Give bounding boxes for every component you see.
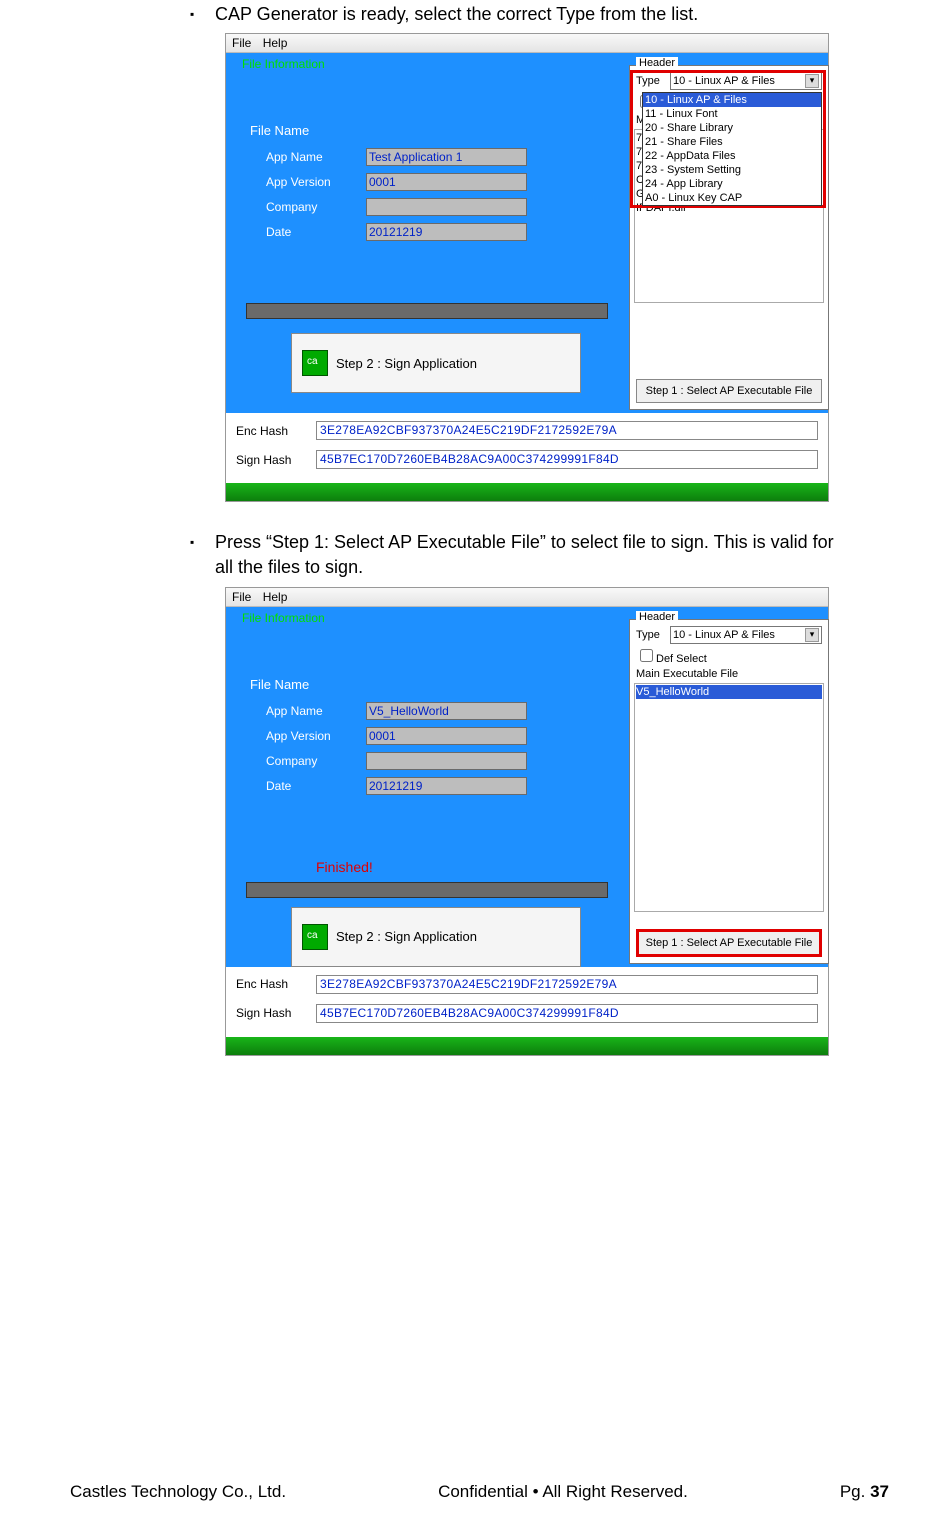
enc-hash-label: Enc Hash [236,424,316,438]
step2-sign-button[interactable]: Step 2 : Sign Application [291,333,581,393]
menu-help[interactable]: Help [263,36,288,50]
header-group: Header Type 10 - Linux AP & Files ▾ Def … [629,65,829,410]
menu-file[interactable]: File [232,36,251,50]
dropdown-item[interactable]: A0 - Linux Key CAP [643,191,821,205]
file-information-label: File Information [242,611,325,625]
type-select[interactable]: 10 - Linux AP & Files ▾ [670,72,822,90]
menu-file[interactable]: File [232,590,251,604]
menu-help[interactable]: Help [263,590,288,604]
progress-bar [246,882,608,898]
page-footer: Castles Technology Co., Ltd. Confidentia… [70,1482,889,1502]
app-name-field[interactable]: V5_HelloWorld [366,702,527,720]
instruction-text-2: Press “Step 1: Select AP Executable File… [215,530,849,580]
cap-generator-window-1: File Help File Information File Name App… [225,33,829,502]
app-version-label: App Version [266,729,366,743]
company-field[interactable] [366,198,527,216]
step2-label: Step 2 : Sign Application [336,929,477,944]
header-group: Header Type 10 - Linux AP & Files ▾ Def … [629,619,829,964]
file-info-panel: File Information File Name App Name Test… [226,53,828,413]
type-select[interactable]: 10 - Linux AP & Files ▾ [670,626,822,644]
file-list-item[interactable]: V5_HelloWorld [636,685,822,699]
step1-select-button[interactable]: Step 1 : Select AP Executable File [636,929,822,957]
step1-select-button[interactable]: Step 1 : Select AP Executable File [636,379,822,403]
type-value: 10 - Linux AP & Files [673,75,775,87]
file-name-label: File Name [250,123,309,138]
date-field[interactable]: 20121219 [366,777,527,795]
date-field[interactable]: 20121219 [366,223,527,241]
sign-icon [302,924,328,950]
header-title: Header [636,611,678,623]
dropdown-arrow-icon: ▾ [805,628,819,642]
bullet-icon: ▪ [190,530,215,551]
hash-panel: Enc Hash 3E278EA92CBF937370A24E5C219DF21… [226,413,828,483]
sign-hash-label: Sign Hash [236,1006,316,1020]
progress-bar [246,303,608,319]
dropdown-item[interactable]: 22 - AppData Files [643,149,821,163]
cap-generator-window-2: File Help File Information File Name App… [225,587,829,1056]
dropdown-item[interactable]: 23 - System Setting [643,163,821,177]
sign-hash-label: Sign Hash [236,453,316,467]
footer-company: Castles Technology Co., Ltd. [70,1482,286,1502]
dropdown-item[interactable]: 21 - Share Files [643,135,821,149]
header-title: Header [636,57,678,69]
dropdown-item[interactable]: 24 - App Library [643,177,821,191]
dropdown-item[interactable]: 20 - Share Library [643,121,821,135]
instruction-text-1: CAP Generator is ready, select the corre… [215,2,698,27]
sign-hash-value: 45B7EC170D7260EB4B28AC9A00C374299991F84D [316,1004,818,1023]
main-exec-label: Main Executable File [636,668,822,680]
app-version-label: App Version [266,175,366,189]
status-bar [226,483,828,501]
dropdown-item[interactable]: 11 - Linux Font [643,107,821,121]
app-name-field[interactable]: Test Application 1 [366,148,527,166]
step2-label: Step 2 : Sign Application [336,356,477,371]
file-information-label: File Information [242,57,325,71]
enc-hash-label: Enc Hash [236,977,316,991]
enc-hash-value: 3E278EA92CBF937370A24E5C219DF2172592E79A [316,421,818,440]
file-list[interactable]: V5_HelloWorld [634,683,824,912]
sign-icon [302,350,328,376]
app-name-label: App Name [266,704,366,718]
step2-sign-button[interactable]: Step 2 : Sign Application [291,907,581,967]
status-bar [226,1037,828,1055]
company-label: Company [266,754,366,768]
file-info-panel: File Information File Name App Name V5_H… [226,607,828,967]
finished-label: Finished! [316,859,373,875]
type-label: Type [636,75,666,87]
footer-page: Pg. 37 [840,1482,889,1502]
def-select-row: Def Select [636,646,822,665]
company-field[interactable] [366,752,527,770]
sign-hash-value: 45B7EC170D7260EB4B28AC9A00C374299991F84D [316,450,818,469]
type-label: Type [636,629,666,641]
dropdown-item[interactable]: 10 - Linux AP & Files [643,93,821,107]
app-version-field[interactable]: 0001 [366,173,527,191]
file-name-label: File Name [250,677,309,692]
def-select-label: Def Select [656,653,707,665]
def-select-checkbox[interactable] [640,649,653,662]
date-label: Date [266,779,366,793]
menubar: File Help [226,34,828,53]
app-name-label: App Name [266,150,366,164]
dropdown-arrow-icon: ▾ [805,74,819,88]
app-version-field[interactable]: 0001 [366,727,527,745]
date-label: Date [266,225,366,239]
company-label: Company [266,200,366,214]
bullet-icon: ▪ [190,2,215,23]
menubar: File Help [226,588,828,607]
enc-hash-value: 3E278EA92CBF937370A24E5C219DF2172592E79A [316,975,818,994]
footer-confidential: Confidential • All Right Reserved. [438,1482,688,1502]
type-value: 10 - Linux AP & Files [673,629,775,641]
type-dropdown-list[interactable]: 10 - Linux AP & Files11 - Linux Font20 -… [642,92,822,206]
hash-panel: Enc Hash 3E278EA92CBF937370A24E5C219DF21… [226,967,828,1037]
